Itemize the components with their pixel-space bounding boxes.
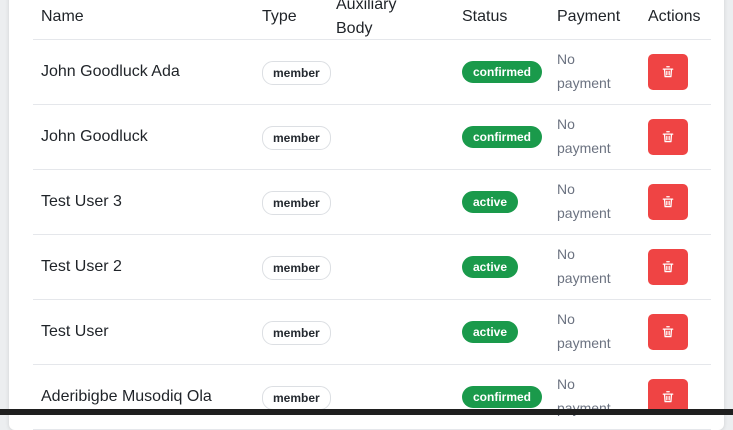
payment-status-line1: No: [557, 311, 575, 327]
header-auxiliary-body: Auxiliary Body: [336, 0, 396, 41]
screen-bottom-edge: [0, 409, 733, 415]
header-payment: Payment: [557, 8, 621, 25]
member-name: John Goodluck Ada: [41, 63, 180, 80]
type-badge: member: [262, 386, 331, 410]
delete-button[interactable]: [648, 54, 688, 90]
payment-status: No payment: [557, 47, 627, 95]
payment-status: No payment: [557, 242, 627, 290]
status-badge: active: [462, 321, 519, 343]
trash-icon: [662, 391, 674, 403]
member-name: Test User 3: [41, 193, 122, 210]
table-row: Test User member active No payment: [33, 300, 711, 365]
payment-status: No payment: [557, 307, 627, 355]
trash-icon: [662, 66, 674, 78]
status-badge: confirmed: [462, 126, 543, 148]
payment-status-line1: No: [557, 376, 575, 392]
status-badge: confirmed: [462, 386, 543, 408]
payment-status-line2: payment: [557, 270, 611, 286]
table-row: Aderibigbe Musodiq Ola member confirmed …: [33, 365, 711, 430]
table-row: John Goodluck Ada member confirmed No pa…: [33, 40, 711, 105]
delete-button[interactable]: [648, 119, 688, 155]
payment-status-line2: payment: [557, 140, 611, 156]
trash-icon: [662, 261, 674, 273]
table-row: Test User 2 member active No payment: [33, 235, 711, 300]
member-name: Test User 2: [41, 258, 122, 275]
table-header: Name Type Auxiliary Body Status Payment …: [33, 0, 711, 40]
header-auxiliary-body-line1: Auxiliary: [336, 0, 397, 13]
payment-status-line2: payment: [557, 335, 611, 351]
status-badge: confirmed: [462, 61, 543, 83]
header-actions: Actions: [648, 8, 701, 25]
member-name: Aderibigbe Musodiq Ola: [41, 388, 212, 405]
header-type: Type: [262, 8, 297, 25]
table-row: Test User 3 member active No payment: [33, 170, 711, 235]
status-badge: active: [462, 256, 519, 278]
header-auxiliary-body-line2: Body: [336, 20, 373, 37]
payment-status: No payment: [557, 177, 627, 225]
payment-status-line1: No: [557, 51, 575, 67]
payment-status-line2: payment: [557, 75, 611, 91]
type-badge: member: [262, 126, 331, 150]
trash-icon: [662, 131, 674, 143]
header-status: Status: [462, 8, 508, 25]
header-name: Name: [41, 8, 84, 25]
delete-button[interactable]: [648, 249, 688, 285]
type-badge: member: [262, 321, 331, 345]
trash-icon: [662, 326, 674, 338]
delete-button[interactable]: [648, 314, 688, 350]
table-row: John Goodluck member confirmed No paymen…: [33, 105, 711, 170]
trash-icon: [662, 196, 674, 208]
type-badge: member: [262, 191, 331, 215]
payment-status-line2: payment: [557, 205, 611, 221]
member-name: John Goodluck: [41, 128, 148, 145]
members-card: Name Type Auxiliary Body Status Payment …: [9, 0, 724, 430]
payment-status-line2: payment: [557, 400, 611, 416]
payment-status: No payment: [557, 112, 627, 160]
payment-status-line1: No: [557, 116, 575, 132]
payment-status-line1: No: [557, 246, 575, 262]
type-badge: member: [262, 61, 331, 85]
delete-button[interactable]: [648, 184, 688, 220]
type-badge: member: [262, 256, 331, 280]
status-badge: active: [462, 191, 519, 213]
member-name: Test User: [41, 323, 109, 340]
payment-status-line1: No: [557, 181, 575, 197]
